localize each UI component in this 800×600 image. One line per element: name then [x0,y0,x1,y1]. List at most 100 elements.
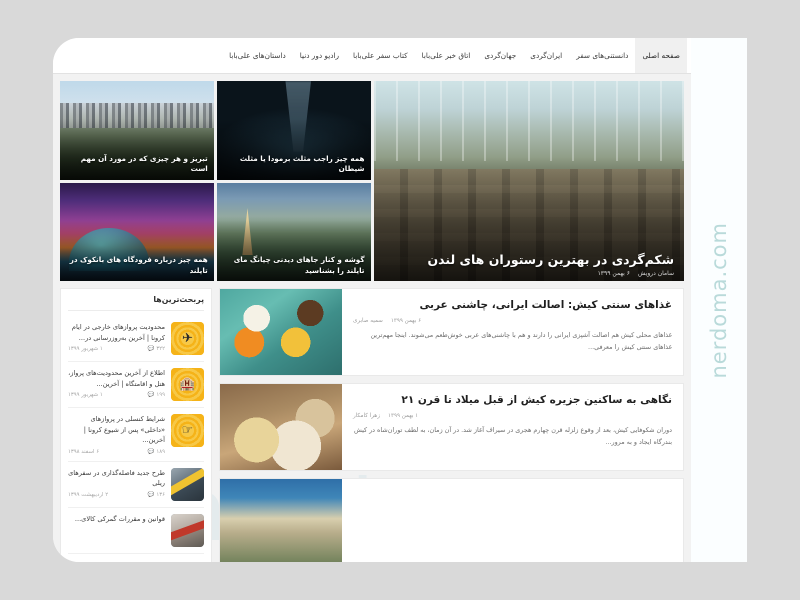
popular-sidebar: پربحث‌ترین‌ها ✈ محدودیت پروازهای خارجی د… [60,288,212,562]
article-body [342,479,683,562]
nav-label: دانستنی‌های سفر [576,50,629,60]
sidebar-list-item[interactable]: ☞ شرایط کنسلی در پروازهای «داخلی» پس از … [68,408,204,462]
sidebar-thumbnail: 🏨 [171,368,204,401]
sidebar-thumbnail: ✈ [171,322,204,355]
nav-label: اتاق خبر علی‌بابا [421,50,471,60]
hero-featured-card[interactable]: شکم‌گردی در بهترین رستوران های لندن ساما… [373,81,684,281]
browser-frame: صفحه اصلی دانستنی‌های سفر ایران‌گردی جها… [53,38,747,562]
sidebar-item-date: ۱ شهریور ۱۳۹۹ [68,346,103,353]
sidebar-list-item[interactable]: 🏨 اطلاع از آخرین محدودیت‌های پرواز، هتل … [68,362,204,408]
kish-traditional-food-image [220,289,342,375]
hero-tile-bermuda[interactable]: همه چیز راجب مثلث برمودا یا مثلث شیطان [216,81,371,180]
comment-icon: 💬 [147,448,155,455]
customs-photo-image [171,513,204,547]
article-author: سمیه صابری [353,318,383,325]
hero-tile-title: تبریز و هر چیزی که در مورد آن مهم است [80,153,208,174]
nav-item-newsroom[interactable]: اتاق خبر علی‌بابا [415,38,478,73]
sidebar-item-date: ۱ شهریور ۱۳۹۹ [68,392,103,399]
comment-number: ۱۳۶ [156,491,165,498]
nav-item-iran-tourism[interactable]: ایران‌گردی [523,38,569,73]
content-area: غذاهای سنتی کیش: اصالت ایرانی، چاشنی عرب… [60,288,684,562]
sidebar-thumbnail [171,513,204,547]
nav-label: جهان‌گردی [484,50,517,60]
sidebar-item-text: طرح جدید فاصله‌گذاری در سفرهای ریلی 💬 ۱۳۶… [68,468,165,498]
article-excerpt: دوران شکوفایی کیش، بعد از وقوع زلزله قرن… [353,426,672,447]
article-thumbnail[interactable] [220,289,342,375]
comment-count: 💬 ۳۲۲ [148,346,165,352]
article-meta: ۱ بهمن ۱۳۹۹ زهرا کامکار [353,413,672,419]
side-watermark: nerdoma.com [691,38,747,562]
hero-tile-title: گوشه و کنار جاهای دیدنی چیانگ مای تایلند… [233,255,365,275]
sidebar-item-text: اطلاع از آخرین محدودیت‌های پرواز، هتل و … [68,368,165,398]
nav-label: رادیو دور دنیا [299,50,340,60]
sidebar-item-title: محدودیت پروازهای خارجی در ایام کرونا | آ… [71,323,165,342]
article-author: زهرا کامکار [353,413,380,420]
nav-label: داستان‌های علی‌بابا [229,50,286,60]
sidebar-item-date: ۶ اسفند ۱۳۹۸ [68,448,100,455]
article-thumbnail[interactable] [220,384,342,470]
hero-tile-title: همه چیز راجب مثلث برمودا یا مثلث شیطان [239,153,365,174]
nav-item-home[interactable]: صفحه اصلی [635,38,687,73]
nav-item-travel-facts[interactable]: دانستنی‌های سفر [569,38,635,73]
hero-tile-tabriz[interactable]: تبریز و هر چیزی که در مورد آن مهم است [60,81,214,180]
sidebar-thumbnail [171,467,204,501]
sidebar-list-item[interactable]: قوانین و مقررات گمرکی کالای... [68,508,204,554]
hero-grid: شکم‌گردی در بهترین رستوران های لندن ساما… [60,81,684,281]
nav-label: صفحه اصلی [642,50,680,60]
cursor-icon: ☞ [181,423,194,438]
article-title: نگاهی به ساکنین جزیره کیش از قبل میلاد ت… [401,394,672,406]
comment-icon: 💬 [147,346,155,353]
comment-number: ۱۹۹ [156,392,165,399]
article-date: ۱ بهمن ۱۳۹۹ [387,413,419,420]
sidebar-thumbnail: ☞ [171,414,204,447]
nav-item-stories[interactable]: داستان‌های علی‌بابا [222,38,293,73]
kish-coast-image [220,479,342,562]
hero-featured-title: شکم‌گردی در بهترین رستوران های لندن [427,251,675,267]
nav-label: کتاب سفر علی‌بابا [353,50,408,60]
sidebar-item-meta: 💬 ۳۲۲ ۱ شهریور ۱۳۹۹ [68,346,165,352]
website-viewport: صفحه اصلی دانستنی‌های سفر ایران‌گردی جها… [53,38,691,562]
main-navigation[interactable]: صفحه اصلی دانستنی‌های سفر ایران‌گردی جها… [53,38,691,74]
side-watermark-text: nerdoma.com [707,221,731,379]
nav-item-world-tourism[interactable]: جهان‌گردی [477,38,523,73]
sidebar-item-title: طرح جدید فاصله‌گذاری در سفرهای ریلی [68,468,165,488]
article-excerpt: غذاهای محلی کیش هم اصالت آشپزی ایرانی را… [370,331,672,352]
comment-count: 💬 ۱۳۶ [148,492,165,498]
article-body: غذاهای سنتی کیش: اصالت ایرانی، چاشنی عرب… [342,289,683,375]
sidebar-item-text: شرایط کنسلی در پروازهای «داخلی» پس از شی… [68,414,165,455]
sidebar-heading: پربحث‌ترین‌ها [68,295,204,311]
article-body: نگاهی به ساکنین جزیره کیش از قبل میلاد ت… [342,384,683,470]
hero-tile-bangkok[interactable]: همه چیز درباره فرودگاه های بانکوک در تای… [60,182,214,281]
train-photo-image [171,467,204,501]
sidebar-item-meta: 💬 ۱۹۹ ۱ شهریور ۱۳۹۹ [68,392,165,398]
hero-tile-title: همه چیز درباره فرودگاه های بانکوک در تای… [69,255,208,275]
hero-tile-chiang-mai[interactable]: گوشه و کنار جاهای دیدنی چیانگ مای تایلند… [216,182,371,281]
sidebar-item-meta: 💬 ۱۳۶ ۲ اردیبهشت ۱۳۹۹ [68,492,165,498]
comment-count: 💬 ۱۹۹ [148,392,165,398]
sidebar-list-item[interactable]: ✈ محدودیت پروازهای خارجی در ایام کرونا |… [68,316,204,362]
sidebar-item-date: ۲ اردیبهشت ۱۳۹۹ [68,491,109,498]
comment-count: 💬 ۱۸۹ [148,449,165,455]
nav-label: ایران‌گردی [530,50,563,60]
comment-icon: 💬 [147,491,155,498]
hotel-icon: 🏨 [179,377,196,392]
sidebar-item-title: شرایط کنسلی در پروازهای «داخلی» پس از شی… [83,415,165,445]
hero-featured-meta: سامان درویش ۶ بهمن ۱۳۹۹ [598,270,674,277]
nav-item-travel-book[interactable]: کتاب سفر علی‌بابا [346,38,415,73]
article-date: ۶ بهمن ۱۳۹۹ [390,318,422,325]
sidebar-list-item[interactable]: طرح جدید فاصله‌گذاری در سفرهای ریلی 💬 ۱۳۶… [68,462,204,508]
hero-secondary-grid: همه چیز راجب مثلث برمودا یا مثلث شیطان ت… [60,81,371,281]
article-card[interactable]: نگاهی به ساکنین جزیره کیش از قبل میلاد ت… [219,383,684,471]
comment-icon: 💬 [147,392,155,399]
article-meta: ۶ بهمن ۱۳۹۹ سمیه صابری [353,318,672,324]
article-thumbnail[interactable] [220,479,342,562]
sidebar-item-title: اطلاع از آخرین محدودیت‌های پرواز، هتل و … [68,369,165,388]
article-card[interactable] [219,478,684,562]
article-list: غذاهای سنتی کیش: اصالت ایرانی، چاشنی عرب… [219,288,684,562]
kish-residents-image [220,384,342,470]
nav-item-radio[interactable]: رادیو دور دنیا [293,38,346,73]
hero-featured-author: سامان درویش [638,270,674,277]
hero-featured-date: ۶ بهمن ۱۳۹۹ [597,270,630,277]
comment-number: ۱۸۹ [156,448,165,455]
article-card[interactable]: غذاهای سنتی کیش: اصالت ایرانی، چاشنی عرب… [219,288,684,376]
